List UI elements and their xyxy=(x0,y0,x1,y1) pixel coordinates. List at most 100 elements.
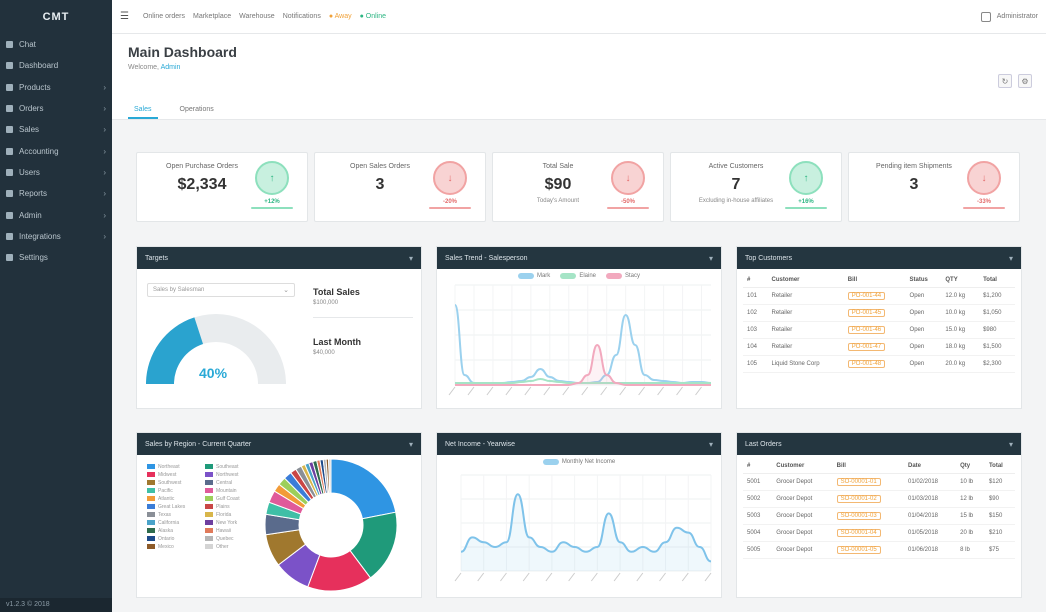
column-header[interactable]: Customer xyxy=(767,273,844,288)
topbar-link[interactable]: Online orders xyxy=(143,13,185,20)
panel-options-icon[interactable]: ▾ xyxy=(1009,440,1013,449)
table-row[interactable]: 5002 Grocer Depot SO-00001-02 01/03/2018 12 … xyxy=(743,490,1015,508)
page-subtitle-user-link[interactable]: Admin xyxy=(161,64,181,71)
app-logo[interactable]: CMT xyxy=(0,0,112,34)
panel-options-icon[interactable]: ▾ xyxy=(709,440,713,449)
table-row[interactable]: 104 Retailer PO-001-47 Open 18.0 kg $1,500 xyxy=(743,338,1015,356)
legend-item[interactable]: Northwest xyxy=(205,471,257,478)
kpi-card[interactable]: Total Sale $90 Today's Amount ↓ -50% xyxy=(492,152,664,222)
topbar-link[interactable]: Warehouse xyxy=(239,13,275,20)
sidebar-item[interactable]: Sales › xyxy=(0,119,112,140)
column-header[interactable]: Bill xyxy=(843,273,906,288)
sidebar-item[interactable]: Settings xyxy=(0,247,112,268)
legend-item[interactable]: Pacific xyxy=(147,487,199,494)
bill-link[interactable]: SO-00001-04 xyxy=(836,529,881,537)
column-header[interactable]: Total xyxy=(979,273,1015,288)
table-row[interactable]: 103 Retailer PO-001-46 Open 15.0 kg $980 xyxy=(743,321,1015,339)
legend-item[interactable]: Quebec xyxy=(205,535,257,542)
panel-options-icon[interactable]: ▾ xyxy=(1009,254,1013,263)
bill-link[interactable]: SO-00001-02 xyxy=(836,495,881,503)
gear-icon: ⚙ xyxy=(1021,76,1029,86)
bill-link[interactable]: SO-00001-05 xyxy=(836,546,881,554)
panel-options-icon[interactable]: ▾ xyxy=(409,254,413,263)
column-header[interactable]: Total xyxy=(984,459,1015,474)
legend-item[interactable]: Plains xyxy=(205,503,257,510)
topbar-link[interactable]: Marketplace xyxy=(193,13,231,20)
column-header[interactable]: Date xyxy=(903,459,957,474)
column-header[interactable]: Bill xyxy=(832,459,904,474)
bill-link[interactable]: PO-001-47 xyxy=(847,343,886,351)
panel-options-icon[interactable]: ▾ xyxy=(409,440,413,449)
kpi-value: 7 xyxy=(731,176,741,193)
table-cell: $1,050 xyxy=(979,304,1015,322)
legend-item[interactable]: Southeast xyxy=(205,463,257,470)
panel-options-icon[interactable]: ▾ xyxy=(709,254,713,263)
bill-link[interactable]: PO-001-48 xyxy=(847,360,886,368)
user-icon[interactable] xyxy=(980,11,991,22)
legend-item[interactable]: California xyxy=(147,519,199,526)
legend-item[interactable]: Mountain xyxy=(205,487,257,494)
menu-toggle-icon[interactable]: ☰ xyxy=(120,11,129,22)
legend-item[interactable]: Texas xyxy=(147,511,199,518)
legend-item[interactable]: Gulf Coast xyxy=(205,495,257,502)
legend-item[interactable]: Hawaii xyxy=(205,527,257,534)
sales-by-region-body: Northeast Southeast Midwest Northwest Southw… xyxy=(137,455,421,599)
legend-item[interactable]: New York xyxy=(205,519,257,526)
sidebar-item[interactable]: Users › xyxy=(0,162,112,183)
legend-item[interactable]: Mexico xyxy=(147,543,199,550)
bill-link[interactable]: PO-001-45 xyxy=(847,309,886,317)
refresh-button[interactable]: ↻ xyxy=(998,74,1012,88)
legend-item[interactable]: Atlantic xyxy=(147,495,199,502)
tab[interactable]: Operations xyxy=(174,102,220,119)
sidebar-item[interactable]: Dashboard xyxy=(0,55,112,76)
settings-button[interactable]: ⚙ xyxy=(1018,74,1032,88)
kpi-card[interactable]: Open Sales Orders 3 ↓ -20% xyxy=(314,152,486,222)
column-header[interactable]: Qty xyxy=(956,459,985,474)
table-row[interactable]: 5003 Grocer Depot SO-00001-03 01/04/2018 15 … xyxy=(743,507,1015,525)
bill-link[interactable]: SO-00001-03 xyxy=(836,512,881,520)
topbar-link[interactable]: ● Online xyxy=(360,13,386,20)
bill-link[interactable]: PO-001-46 xyxy=(847,326,886,334)
table-row[interactable]: 101 Retailer PO-001-44 Open 12.0 kg $1,200 xyxy=(743,287,1015,305)
topbar-link[interactable]: Notifications xyxy=(283,13,321,20)
table-cell: $90 xyxy=(984,490,1015,508)
sidebar-item[interactable]: Reports › xyxy=(0,183,112,204)
bill-link[interactable]: PO-001-44 xyxy=(847,292,886,300)
kpi-card[interactable]: Open Purchase Orders $2,334 ↑ +12% xyxy=(136,152,308,222)
sidebar-item[interactable]: Accounting › xyxy=(0,140,112,161)
column-header[interactable]: # xyxy=(743,459,773,474)
legend-item[interactable]: Florida xyxy=(205,511,257,518)
bill-link[interactable]: SO-00001-01 xyxy=(836,478,881,486)
table-row[interactable]: 102 Retailer PO-001-45 Open 10.0 kg $1,050 xyxy=(743,304,1015,322)
column-header[interactable]: # xyxy=(743,273,768,288)
sidebar-item[interactable]: Chat xyxy=(0,34,112,55)
kpi-card[interactable]: Active Customers 7 Excluding in-house affi… xyxy=(670,152,842,222)
sidebar-item[interactable]: Products › xyxy=(0,77,112,98)
kpi-card[interactable]: Pending item Shipments 3 ↓ -33% xyxy=(848,152,1020,222)
tab[interactable]: Sales xyxy=(128,102,158,119)
user-name[interactable]: Administrator xyxy=(997,13,1038,20)
legend-item[interactable]: Great Lakes xyxy=(147,503,199,510)
column-header[interactable]: Customer xyxy=(772,459,833,474)
table-row[interactable]: 5004 Grocer Depot SO-00001-04 01/05/2018 20 … xyxy=(743,524,1015,542)
column-header[interactable]: QTY xyxy=(941,273,980,288)
sidebar-item[interactable]: Admin › xyxy=(0,204,112,225)
legend-item[interactable]: Central xyxy=(205,479,257,486)
legend-label: Southwest xyxy=(158,479,182,486)
table-row[interactable]: 5001 Grocer Depot SO-00001-01 01/02/2018 10 … xyxy=(743,473,1015,491)
column-header[interactable]: Status xyxy=(905,273,942,288)
sidebar-item[interactable]: Integrations › xyxy=(0,226,112,247)
targets-select[interactable]: Sales by Salesman ⌄ xyxy=(147,283,295,297)
topbar-link[interactable]: ● Away xyxy=(329,13,352,20)
table-row[interactable]: 5005 Grocer Depot SO-00001-05 01/06/2018 8 l… xyxy=(743,541,1015,559)
legend-item[interactable]: Alaska xyxy=(147,527,199,534)
legend-swatch xyxy=(205,496,213,501)
legend-item[interactable]: Ontario xyxy=(147,535,199,542)
table-row[interactable]: 105 Liquid Stone Corp PO-001-48 Open 20.0 kg… xyxy=(743,355,1015,373)
legend-item[interactable]: Northeast xyxy=(147,463,199,470)
sidebar-item[interactable]: Orders › xyxy=(0,98,112,119)
legend-item[interactable]: Other xyxy=(205,543,257,550)
donut-slice[interactable] xyxy=(330,458,397,520)
legend-item[interactable]: Southwest xyxy=(147,479,199,486)
legend-item[interactable]: Midwest xyxy=(147,471,199,478)
